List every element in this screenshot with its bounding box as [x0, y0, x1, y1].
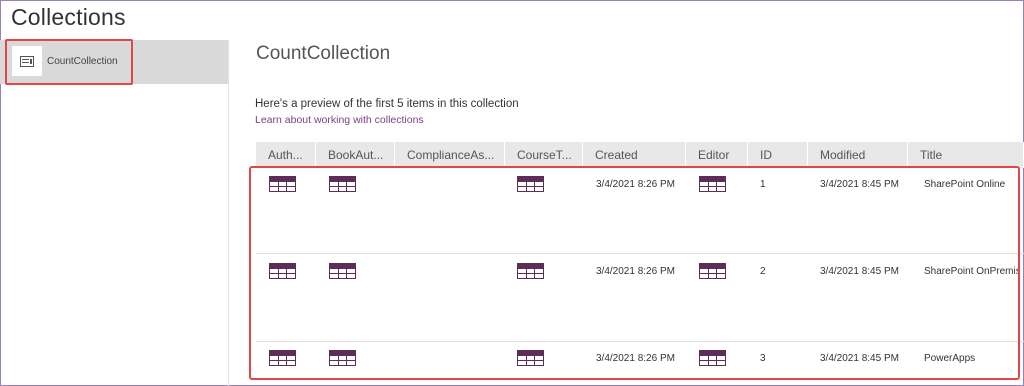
learn-collections-link[interactable]: Learn about working with collections: [255, 114, 424, 126]
column-header-id[interactable]: ID: [748, 142, 808, 168]
pane-divider: [228, 40, 229, 386]
highlight-box-table: [249, 166, 1020, 380]
table-header: Auth... BookAut... ComplianceAs... Cours…: [256, 142, 1024, 168]
column-header-modified[interactable]: Modified: [808, 142, 908, 168]
column-header-bookauthor[interactable]: BookAut...: [316, 142, 395, 168]
column-header-title[interactable]: Title: [908, 142, 1024, 168]
column-header-author[interactable]: Auth...: [256, 142, 316, 168]
page-title: Collections: [11, 4, 126, 30]
column-header-complianceassetid[interactable]: ComplianceAs...: [395, 142, 505, 168]
column-header-editor[interactable]: Editor: [686, 142, 748, 168]
highlight-box-sidebar: [5, 39, 133, 85]
column-header-coursetype[interactable]: CourseT...: [505, 142, 583, 168]
column-header-created[interactable]: Created: [583, 142, 686, 168]
preview-description: Here's a preview of the first 5 items in…: [255, 98, 519, 110]
collection-title: CountCollection: [256, 43, 391, 64]
